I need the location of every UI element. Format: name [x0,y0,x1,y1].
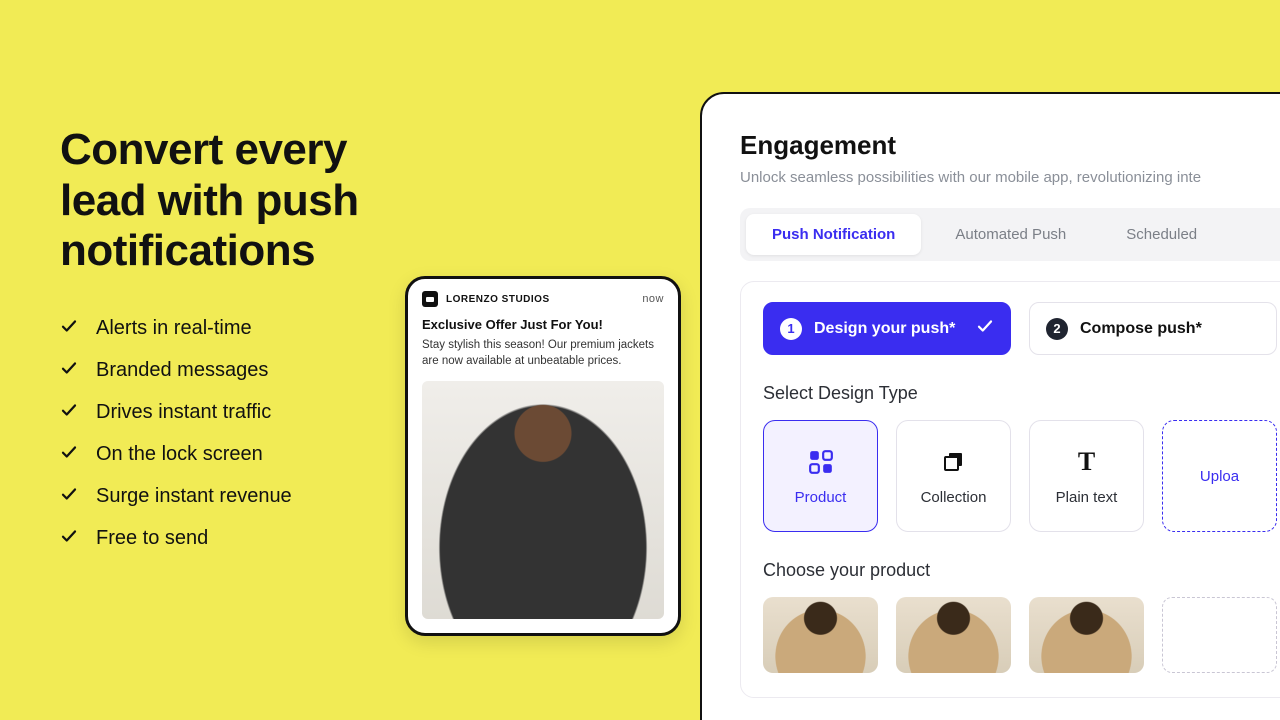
bullet-item: Drives instant traffic [60,401,420,425]
tab-scheduled[interactable]: Scheduled [1100,214,1223,255]
product-thumb-add[interactable] [1162,597,1277,673]
type-label: Uploa [1200,468,1239,485]
brand-logo-icon [422,291,438,307]
check-icon [60,443,78,467]
check-icon [976,317,994,340]
step-compose-push[interactable]: 2 Compose push* [1029,302,1277,355]
step-number-badge: 2 [1046,318,1068,340]
type-label: Product [795,489,847,506]
notif-time: now [642,293,664,305]
marketing-headline: Convert every lead with push notificatio… [60,125,420,277]
bullet-item: On the lock screen [60,443,420,467]
bullet-text: On the lock screen [96,443,263,466]
stack-icon [939,447,969,477]
bullet-text: Branded messages [96,359,268,382]
step-label: Design your push* [814,320,955,338]
step-design-push[interactable]: 1 Design your push* [763,302,1011,355]
check-icon [60,359,78,383]
product-thumb[interactable] [1029,597,1144,673]
check-icon [60,401,78,425]
bullet-text: Surge instant revenue [96,485,292,508]
text-icon: T [1072,447,1102,477]
tab-automated-push[interactable]: Automated Push [929,214,1092,255]
wizard-card: 1 Design your push* 2 Compose push* Sele… [740,281,1280,698]
step-label: Compose push* [1080,320,1202,338]
type-label: Plain text [1056,489,1118,506]
marketing-bullets: Alerts in real-time Branded messages Dri… [60,317,420,551]
bullet-item: Alerts in real-time [60,317,420,341]
bullet-text: Drives instant traffic [96,401,271,424]
bullet-item: Free to send [60,527,420,551]
tabs: Push Notification Automated Push Schedul… [740,208,1280,261]
push-preview-card: LORENZO STUDIOS now Exclusive Offer Just… [405,276,681,636]
engagement-panel: Engagement Unlock seamless possibilities… [700,92,1280,720]
check-icon [60,485,78,509]
check-icon [60,527,78,551]
bullet-text: Alerts in real-time [96,317,252,340]
page-title: Engagement [740,130,1280,161]
design-type-plain-text[interactable]: T Plain text [1029,420,1144,532]
design-type-label: Select Design Type [763,383,1277,404]
design-type-collection[interactable]: Collection [896,420,1011,532]
brand-name: LORENZO STUDIOS [446,294,550,305]
bullet-item: Surge instant revenue [60,485,420,509]
page-subtitle: Unlock seamless possibilities with our m… [740,169,1280,186]
design-type-product[interactable]: Product [763,420,878,532]
tab-push-notification[interactable]: Push Notification [746,214,921,255]
bullet-text: Free to send [96,527,208,550]
step-number-badge: 1 [780,318,802,340]
product-thumb[interactable] [896,597,1011,673]
choose-product-label: Choose your product [763,560,1277,581]
grid-icon [806,447,836,477]
notif-product-image [422,381,664,619]
notif-title: Exclusive Offer Just For You! [422,317,664,332]
product-thumb[interactable] [763,597,878,673]
bullet-item: Branded messages [60,359,420,383]
type-label: Collection [921,489,987,506]
notif-body: Stay stylish this season! Our premium ja… [422,338,664,369]
check-icon [60,317,78,341]
design-type-upload[interactable]: Uploa [1162,420,1277,532]
